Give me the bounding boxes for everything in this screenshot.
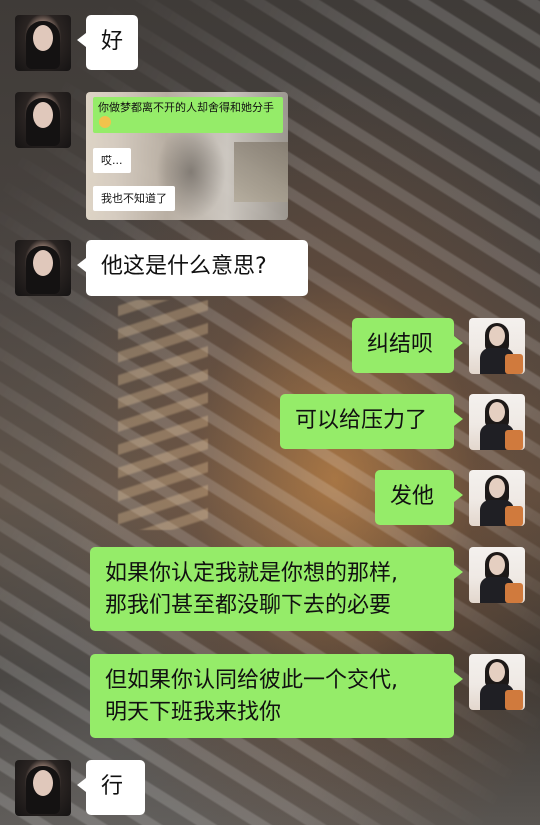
- contact-avatar[interactable]: [15, 760, 71, 816]
- message-text: 可以给压力了: [295, 408, 428, 433]
- contact-avatar[interactable]: [15, 15, 71, 71]
- contact-avatar[interactable]: [15, 92, 71, 148]
- avatar-chair-shape: [505, 506, 523, 526]
- smile-emoji-icon: [99, 116, 111, 128]
- incoming-message-bubble[interactable]: 行: [77, 760, 145, 815]
- avatar-chair-shape: [505, 690, 523, 710]
- outgoing-message-bubble[interactable]: 发他: [375, 470, 463, 525]
- avatar-face-shape: [489, 555, 505, 575]
- outgoing-message-bubble[interactable]: 如果你认定我就是你想的那样, 那我们甚至都没聊下去的必要: [90, 547, 463, 631]
- message-text: 好: [101, 29, 124, 54]
- avatar-chair-shape: [505, 354, 523, 374]
- message-text-line: 那我们甚至都没聊下去的必要: [105, 593, 392, 618]
- image-window-shape: [234, 142, 288, 202]
- image-chat-green-text: 你做梦都离不开的人却舍得和她分手: [98, 101, 274, 114]
- message-text: 纠结呗: [367, 332, 434, 357]
- background-light-pillar: [118, 300, 208, 530]
- self-avatar[interactable]: [469, 547, 525, 603]
- incoming-message-bubble[interactable]: 好: [76, 15, 139, 70]
- outgoing-message-bubble[interactable]: 但如果你认同给彼此一个交代, 明天下班我来找你: [90, 654, 463, 738]
- outgoing-message-bubble[interactable]: 可以给压力了: [280, 394, 463, 449]
- message-text-line: 如果你认定我就是你想的那样,: [105, 561, 398, 586]
- message-text-line: 但如果你认同给彼此一个交代,: [105, 668, 398, 693]
- incoming-image-message[interactable]: 你做梦都离不开的人却舍得和她分手 哎... 我也不知道了: [86, 92, 288, 220]
- avatar-face-shape: [33, 770, 53, 796]
- avatar-face-shape: [489, 326, 505, 346]
- self-avatar[interactable]: [469, 654, 525, 710]
- avatar-chair-shape: [505, 583, 523, 603]
- avatar-face-shape: [489, 402, 505, 422]
- outgoing-message-bubble[interactable]: 纠结呗: [352, 318, 463, 373]
- avatar-chair-shape: [505, 430, 523, 450]
- image-chat-green-bubble: 你做梦都离不开的人却舍得和她分手: [93, 97, 283, 133]
- image-chat-white-bubble: 哎...: [93, 148, 131, 173]
- message-text: 他这是什么意思?: [101, 254, 267, 279]
- contact-avatar[interactable]: [15, 240, 71, 296]
- avatar-face-shape: [489, 478, 505, 498]
- image-chat-white-bubble: 我也不知道了: [93, 186, 175, 211]
- avatar-face-shape: [33, 250, 53, 276]
- avatar-face-shape: [33, 25, 53, 51]
- self-avatar[interactable]: [469, 470, 525, 526]
- message-text: 行: [101, 774, 124, 799]
- avatar-face-shape: [489, 662, 505, 682]
- message-text-line: 明天下班我来找你: [105, 700, 282, 725]
- image-chat-white-text: 我也不知道了: [101, 192, 167, 205]
- avatar-face-shape: [33, 102, 53, 128]
- self-avatar[interactable]: [469, 318, 525, 374]
- incoming-message-bubble[interactable]: 他这是什么意思?: [77, 240, 308, 296]
- image-chat-white-text: 哎...: [101, 154, 123, 167]
- message-text: 发他: [390, 484, 435, 509]
- self-avatar[interactable]: [469, 394, 525, 450]
